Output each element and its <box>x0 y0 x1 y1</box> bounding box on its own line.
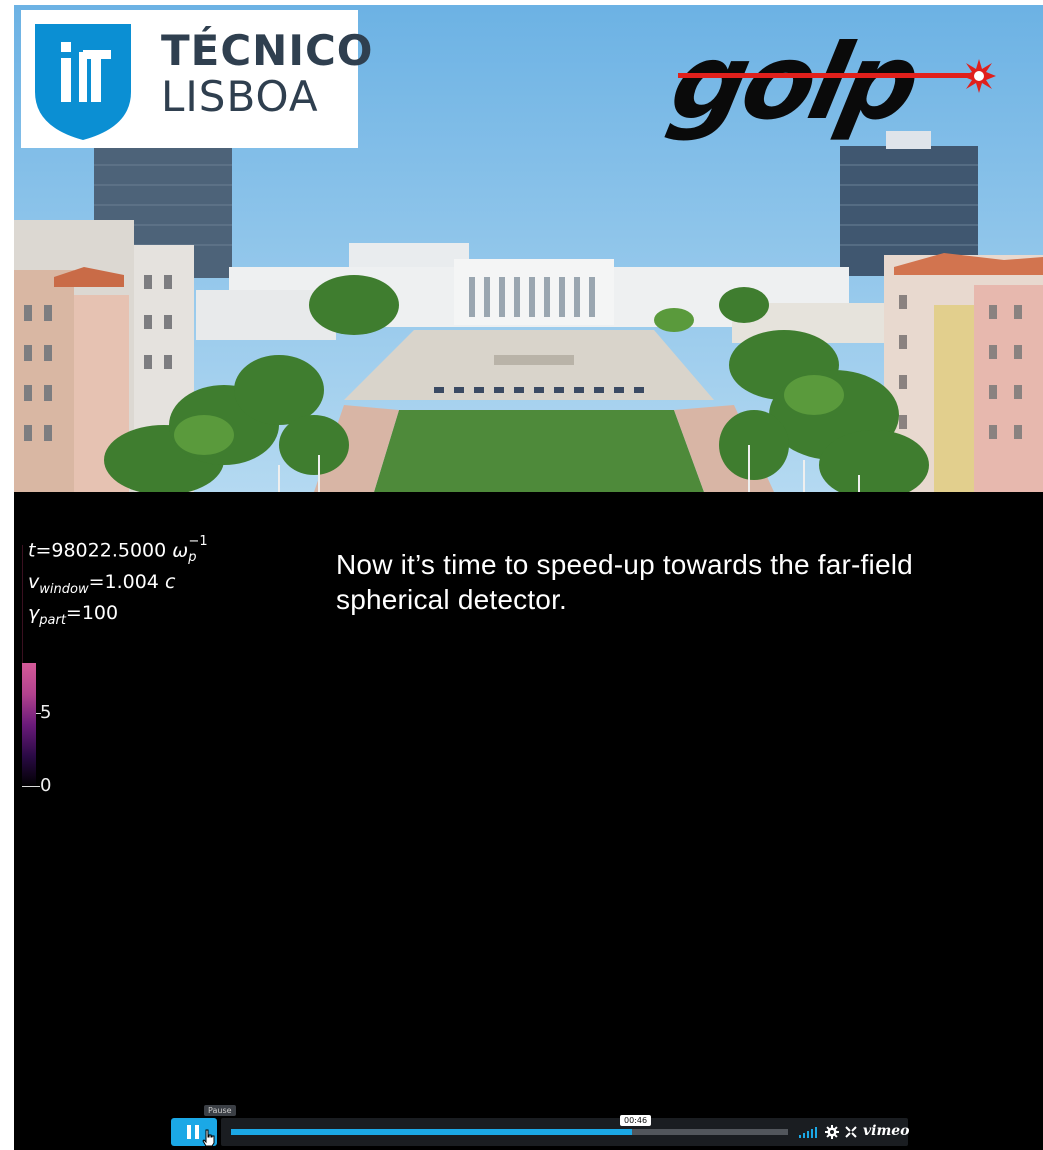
video-scene-image: TÉCNICO LISBOA golp <box>14 5 1043 492</box>
time-unit: ω <box>172 539 189 562</box>
window-sub: window <box>39 581 89 597</box>
player-control-bar: 00:46 vimeo <box>221 1115 910 1146</box>
laser-burst-icon <box>962 59 996 93</box>
window-velocity-readout: vwindow=1.004 c <box>28 571 175 597</box>
ist-logo: TÉCNICO LISBOA <box>21 10 372 148</box>
time-value: =98022.5000 <box>35 539 167 562</box>
video-frame[interactable]: TÉCNICO LISBOA golp t=98022.5000 ωp−1 vw… <box>14 5 1043 1150</box>
hand-cursor-icon <box>202 1129 215 1147</box>
golp-logo: golp <box>661 21 1034 145</box>
progress-fill <box>231 1129 633 1135</box>
volume-icon[interactable] <box>799 1126 817 1138</box>
window-var: v <box>28 571 40 593</box>
ist-logo-line1: TÉCNICO <box>161 26 374 75</box>
gamma-sub: part <box>39 612 66 628</box>
colorbar-tick-0 <box>22 786 40 787</box>
gamma-readout: γpart=100 <box>28 602 118 628</box>
video-caption: Now it’s time to speed-up towards the fa… <box>336 549 913 615</box>
fullscreen-icon[interactable] <box>845 1126 857 1138</box>
ist-shield-icon <box>35 24 131 140</box>
time-unit-sup: −1 <box>188 534 208 549</box>
vimeo-logo[interactable]: vimeo <box>863 1123 910 1139</box>
pause-tooltip: Pause <box>204 1105 236 1116</box>
pause-icon-bar <box>195 1125 199 1139</box>
window-unit: c <box>164 571 176 593</box>
progress-track[interactable]: 00:46 <box>231 1115 788 1135</box>
colorbar-label-low: 0 <box>40 775 52 796</box>
time-unit-sub: p <box>188 550 197 566</box>
pause-icon <box>187 1125 191 1139</box>
window-value: =1.004 <box>88 571 159 593</box>
time-readout: t=98022.5000 ωp−1 <box>28 534 208 566</box>
colorbar-label-high: 5 <box>40 702 52 723</box>
gear-icon[interactable] <box>825 1125 839 1139</box>
golp-laser-line <box>678 73 978 78</box>
time-tooltip: 00:46 <box>620 1115 652 1126</box>
colorbar <box>22 663 36 787</box>
golp-logo-text: golp <box>661 21 927 143</box>
gamma-var: γ <box>28 602 40 624</box>
ist-logo-line2: LISBOA <box>161 72 319 121</box>
gamma-value: =100 <box>65 602 119 624</box>
